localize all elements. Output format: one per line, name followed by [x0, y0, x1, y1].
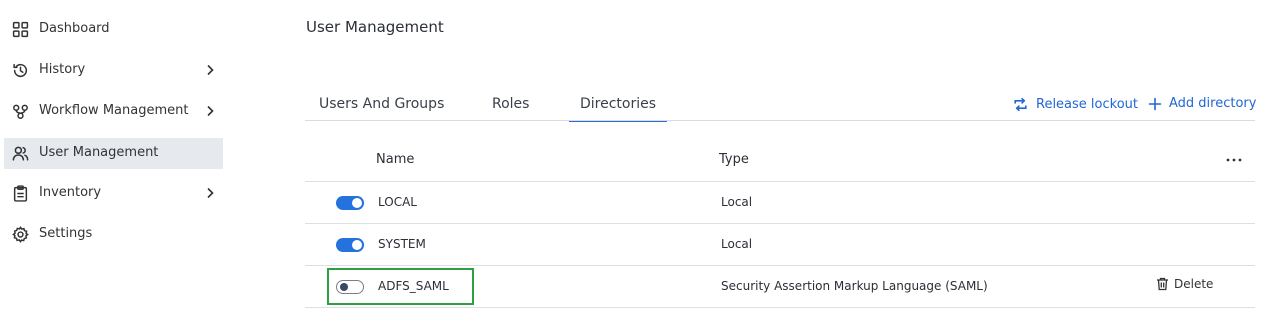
grid-icon — [12, 21, 29, 38]
release-lockout-button[interactable]: Release lockout — [1012, 96, 1138, 113]
trash-icon — [1157, 277, 1168, 291]
directory-type: Security Assertion Markup Language (SAML… — [721, 279, 988, 293]
tab-roles[interactable]: Roles — [492, 96, 529, 112]
directory-name: LOCAL — [378, 195, 417, 209]
sidebar-item-label: User Management — [39, 145, 159, 160]
directory-type: Local — [721, 237, 753, 251]
delete-label: Delete — [1174, 277, 1214, 291]
clipboard-icon — [13, 185, 28, 202]
sidebar-item-dashboard[interactable]: Dashboard — [4, 14, 223, 45]
directory-type: Local — [721, 195, 753, 209]
tab-directories[interactable]: Directories — [568, 96, 668, 122]
sidebar-item-user-management[interactable]: User Management — [4, 138, 223, 169]
column-header-type: Type — [719, 152, 749, 167]
highlight-box — [327, 268, 474, 305]
directory-toggle[interactable] — [336, 238, 364, 252]
table-row: LOCAL Local — [305, 181, 1255, 223]
workflow-icon — [13, 104, 28, 119]
column-header-name: Name — [376, 152, 415, 167]
add-directory-button[interactable]: Add directory — [1148, 96, 1256, 111]
sidebar-item-inventory[interactable]: Inventory — [4, 178, 223, 209]
tabs-divider — [305, 120, 1255, 121]
plus-icon — [1148, 97, 1162, 110]
sidebar-item-label: Workflow Management — [39, 103, 189, 118]
directory-name: SYSTEM — [378, 237, 426, 251]
sidebar-item-label: Dashboard — [39, 21, 110, 36]
sidebar-item-label: Settings — [39, 226, 93, 241]
chevron-right-icon — [207, 105, 214, 117]
chevron-right-icon — [207, 64, 214, 76]
tab-users-and-groups[interactable]: Users And Groups — [319, 96, 444, 112]
delete-button[interactable]: Delete — [1156, 277, 1213, 291]
chevron-right-icon — [207, 187, 214, 199]
add-directory-label: Add directory — [1169, 96, 1257, 111]
app-window: Dashboard History Workflow Management Us… — [0, 0, 1271, 326]
history-icon — [13, 63, 28, 77]
release-lockout-label: Release lockout — [1036, 97, 1138, 112]
directory-toggle[interactable] — [336, 196, 364, 210]
more-options-icon[interactable] — [1224, 150, 1244, 166]
sidebar: Dashboard History Workflow Management Us… — [0, 0, 225, 326]
sidebar-item-settings[interactable]: Settings — [4, 219, 223, 250]
sidebar-item-label: History — [39, 62, 86, 77]
sidebar-item-workflow-management[interactable]: Workflow Management — [4, 96, 223, 127]
users-icon — [12, 146, 29, 161]
page-title: User Management — [306, 18, 444, 36]
gear-icon — [12, 226, 29, 243]
refresh-icon — [1014, 97, 1027, 112]
row-divider — [305, 307, 1255, 308]
sidebar-item-label: Inventory — [39, 185, 102, 200]
sidebar-item-history[interactable]: History — [4, 55, 223, 86]
table-row: SYSTEM Local — [305, 223, 1255, 265]
